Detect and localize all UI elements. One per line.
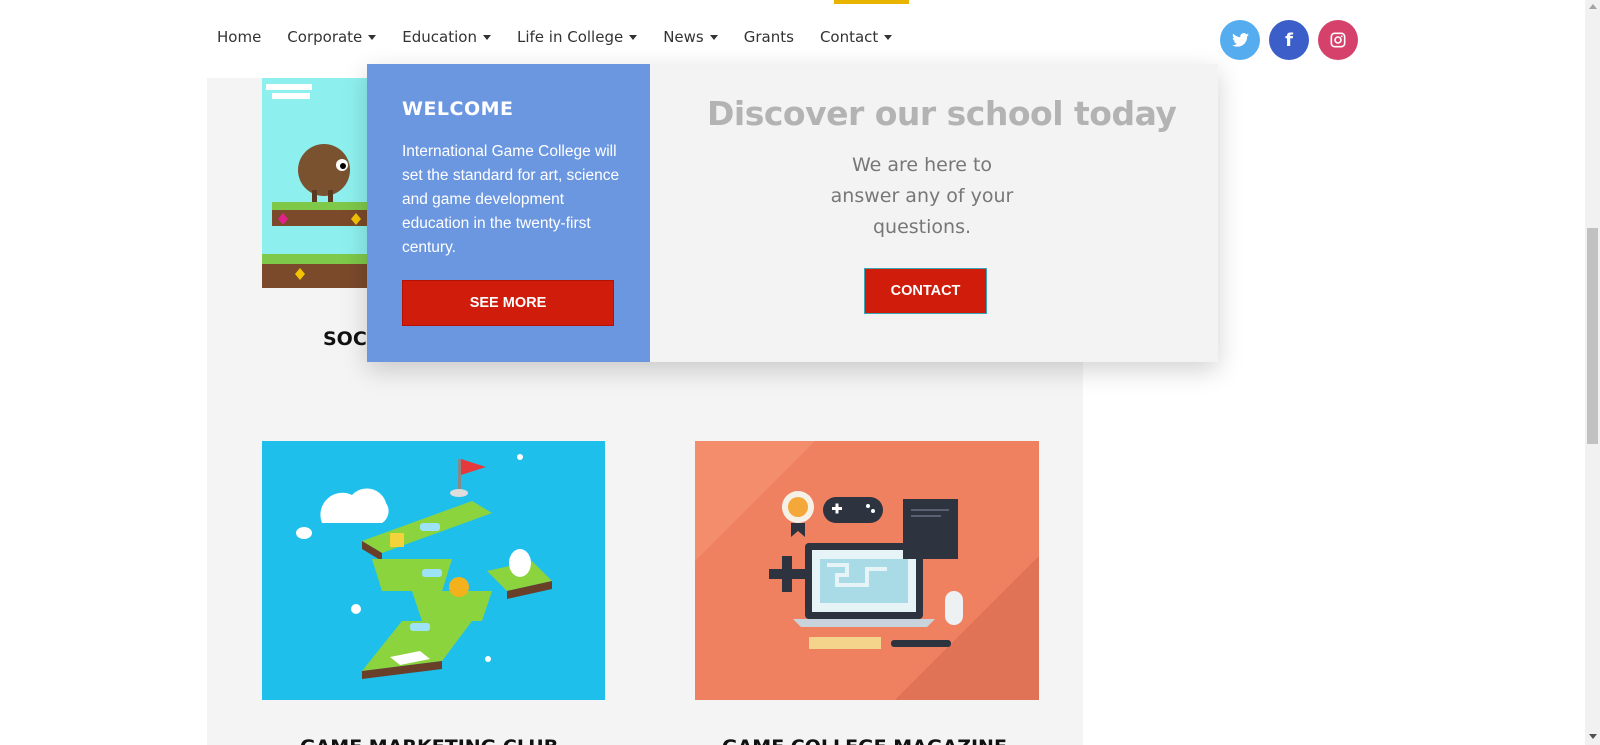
- nav-item-label: Corporate: [287, 28, 363, 46]
- welcome-text: International Game College will set the …: [402, 143, 620, 256]
- scrollbar-thumb[interactable]: [1587, 228, 1598, 444]
- card-image-marketing[interactable]: [262, 441, 605, 700]
- facebook-icon: f: [1285, 29, 1293, 51]
- nav-item-label: Grants: [743, 28, 794, 46]
- platformer-illustration: [262, 78, 367, 288]
- caret-down-icon: [482, 34, 491, 40]
- nav-item-label: Contact: [819, 28, 879, 46]
- contact-mega-menu: WELCOME International Game College will …: [367, 64, 1218, 362]
- nav-item-corporate[interactable]: Corporate: [287, 28, 377, 46]
- card-title[interactable]: GAME MARKETING CLUB: [300, 736, 558, 745]
- instagram-button[interactable]: [1318, 20, 1358, 60]
- nav-item-label: Home: [217, 28, 262, 46]
- active-nav-indicator: [834, 0, 909, 4]
- card-title[interactable]: SOC: [323, 328, 367, 350]
- welcome-panel: WELCOME International Game College will …: [367, 64, 650, 362]
- nav-item-label: Life in College: [516, 28, 624, 46]
- caret-down-icon: [884, 34, 893, 40]
- scroll-down-arrow-icon[interactable]: [1589, 734, 1597, 739]
- instagram-icon: [1330, 32, 1346, 48]
- contact-intro-text: We are here to answer any of your questi…: [830, 154, 1014, 238]
- nav-item-home[interactable]: Home: [217, 28, 261, 46]
- facebook-button[interactable]: f: [1269, 20, 1309, 60]
- caret-down-icon: [368, 34, 377, 40]
- twitter-button[interactable]: [1220, 20, 1260, 60]
- nav-item-contact[interactable]: Contact: [819, 28, 893, 46]
- nav-item-life-in-college[interactable]: Life in College: [516, 28, 638, 46]
- caret-down-icon: [709, 34, 718, 40]
- contact-button[interactable]: CONTACT: [864, 268, 987, 314]
- twitter-icon: [1231, 33, 1249, 47]
- nav-item-news[interactable]: News: [663, 28, 718, 46]
- nav-item-grants[interactable]: Grants: [744, 28, 794, 46]
- nav-menu: Home Corporate Education Life in College…: [217, 28, 918, 46]
- card-image-platformer[interactable]: [262, 78, 367, 288]
- nav-item-education[interactable]: Education: [402, 28, 491, 46]
- see-more-button[interactable]: SEE MORE: [402, 280, 614, 326]
- nav-item-label: Education: [402, 28, 477, 46]
- caret-down-icon: [629, 34, 638, 40]
- card-image-magazine[interactable]: [695, 441, 1039, 700]
- nav-item-label: News: [663, 28, 704, 46]
- game-dev-workspace-illustration: [695, 441, 1039, 700]
- welcome-title: WELCOME: [402, 98, 514, 120]
- discover-heading: Discover our school today: [707, 94, 1177, 133]
- card-title[interactable]: GAME COLLEGE MAGAZINE: [722, 736, 1007, 745]
- vertical-scrollbar[interactable]: [1585, 0, 1600, 745]
- scroll-up-arrow-icon[interactable]: [1589, 4, 1597, 9]
- isometric-map-illustration: [262, 441, 605, 700]
